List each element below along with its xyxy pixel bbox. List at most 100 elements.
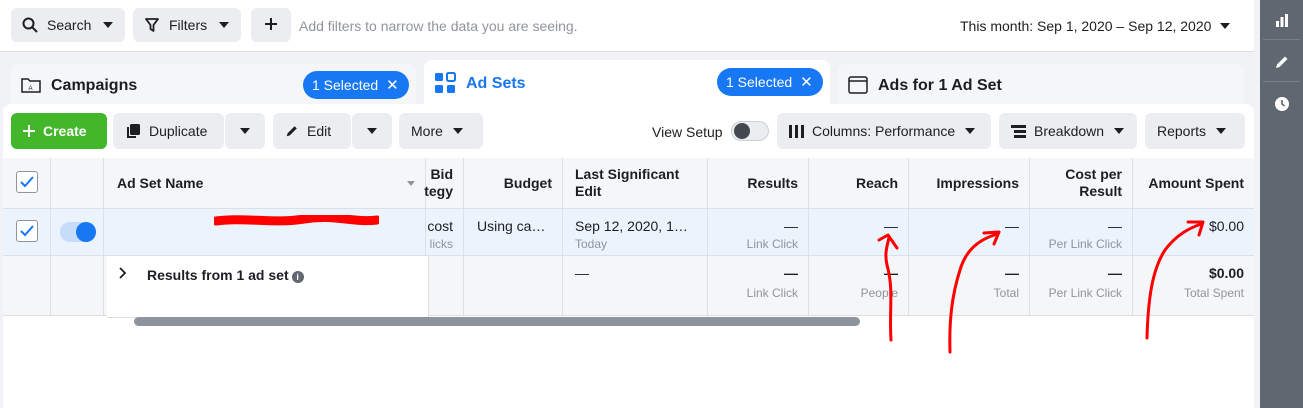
check-icon <box>20 225 34 237</box>
filters-button[interactable]: Filters <box>133 8 241 42</box>
table-row[interactable]: cost licks Using ca… Sep 12, 2020, 1… To… <box>3 208 1254 256</box>
last-edit-cell: Sep 12, 2020, 1… Today <box>563 209 708 255</box>
cell-sub-value: Per Link Click <box>1048 237 1122 251</box>
cell-sub-value: Link Click <box>746 286 798 300</box>
summary-empty-cell <box>464 256 563 315</box>
tab-ads[interactable]: Ads for 1 Ad Set <box>838 64 1244 108</box>
columns-label: Columns: Performance <box>812 123 956 139</box>
header-select-all <box>3 158 51 208</box>
header-budget[interactable]: Budget <box>464 158 563 208</box>
campaign-folder-icon: A <box>21 76 41 97</box>
chevron-down-icon <box>965 128 976 134</box>
cell-value: — <box>784 218 798 234</box>
chevron-right-icon[interactable] <box>119 266 127 282</box>
rail-divider <box>1263 39 1300 40</box>
toggle-knob <box>76 222 96 242</box>
results-summary-popover[interactable]: Results from 1 ad set i <box>107 256 429 318</box>
create-button[interactable]: Create <box>11 113 107 149</box>
chart-icon[interactable] <box>1267 5 1297 35</box>
ad-set-on-toggle[interactable] <box>60 222 96 242</box>
add-filter-button[interactable] <box>251 8 291 42</box>
header-label: Ad Set Name <box>117 175 204 191</box>
cell-value: — <box>884 218 898 234</box>
close-icon[interactable]: ✕ <box>386 76 399 94</box>
summary-empty-cell <box>51 256 104 315</box>
redaction-scribble <box>214 215 379 226</box>
cell-sub-value: People <box>860 286 898 300</box>
chevron-down-icon <box>240 128 250 134</box>
header-amount-spent[interactable]: Amount Spent <box>1133 158 1254 208</box>
date-range-picker[interactable]: This month: Sep 1, 2020 – Sep 12, 2020 <box>960 18 1211 34</box>
pencil-icon[interactable] <box>1267 47 1297 77</box>
reports-button[interactable]: Reports <box>1145 113 1245 149</box>
pencil-icon <box>285 124 299 138</box>
edit-button[interactable]: Edit <box>273 113 351 149</box>
search-icon <box>21 17 39 33</box>
ad-sets-panel: Create Duplicate Edit More View Setup Co… <box>3 104 1254 408</box>
chevron-down-icon <box>1216 128 1227 134</box>
more-button[interactable]: More <box>399 113 483 149</box>
cell-sub-value: Link Click <box>746 237 798 251</box>
header-results[interactable]: Results <box>708 158 809 208</box>
cost-per-result-cell: — Per Link Click <box>1030 209 1133 255</box>
summary-empty-cell <box>426 256 464 315</box>
cell-value: — <box>1005 265 1019 281</box>
header-label: Amount Spent <box>1148 175 1244 191</box>
filter-hint[interactable]: Add filters to narrow the data you are s… <box>299 18 578 34</box>
filters-label: Filters <box>169 17 208 33</box>
header-impressions[interactable]: Impressions <box>909 158 1030 208</box>
cell-sub-value: licks <box>429 237 453 251</box>
tab-campaigns[interactable]: A Campaigns 1 Selected ✕ <box>11 64 416 108</box>
info-icon[interactable]: i <box>291 271 304 283</box>
horizontal-scrollbar[interactable] <box>134 317 860 326</box>
chevron-down-icon[interactable] <box>1220 23 1230 29</box>
search-button[interactable]: Search <box>11 8 125 42</box>
view-setup-toggle[interactable] <box>731 121 769 141</box>
check-icon <box>20 176 34 188</box>
header-label: Bid <box>430 166 453 182</box>
select-all-checkbox[interactable] <box>16 171 38 193</box>
summary-impressions-cell: — Total <box>909 256 1030 315</box>
cell-value: — <box>884 265 898 281</box>
summary-reach-cell: — People <box>809 256 909 315</box>
rail-divider <box>1263 81 1300 82</box>
results-cell: — Link Click <box>708 209 809 255</box>
bid-strategy-cell: cost licks <box>426 209 464 255</box>
sort-icon[interactable] <box>407 180 415 186</box>
duplicate-button[interactable]: Duplicate <box>113 113 224 149</box>
amount-spent-cell: $0.00 <box>1133 209 1254 255</box>
reports-label: Reports <box>1157 123 1207 139</box>
header-reach[interactable]: Reach <box>809 158 909 208</box>
breakdown-button[interactable]: Breakdown <box>999 113 1137 149</box>
duplicate-dropdown[interactable] <box>225 113 265 149</box>
cell-value: cost <box>427 218 453 234</box>
row-checkbox[interactable] <box>16 220 38 242</box>
duplicate-label: Duplicate <box>149 123 208 139</box>
cell-value: — <box>1005 218 1019 234</box>
header-cost-per-result[interactable]: Cost per Result <box>1030 158 1133 208</box>
tab-ad-sets[interactable]: Ad Sets 1 Selected ✕ <box>424 60 830 108</box>
close-icon[interactable]: ✕ <box>800 73 813 91</box>
summary-empty-cell <box>3 256 51 315</box>
summary-amount-cell: $0.00 Total Spent <box>1133 256 1254 315</box>
cell-value: — <box>575 265 589 281</box>
cell-value: $0.00 <box>1208 218 1244 234</box>
header-toggle-col <box>51 158 104 208</box>
header-label: Last Significant <box>575 166 680 182</box>
header-ad-set-name[interactable]: Ad Set Name <box>104 158 426 208</box>
header-bid-strategy[interactable]: Bid tegy <box>424 158 464 208</box>
filter-bar: Search Filters Add filters to narrow the… <box>0 0 1254 52</box>
header-last-significant-edit[interactable]: Last Significant Edit <box>563 158 708 208</box>
chevron-down-icon <box>1114 128 1125 134</box>
breakdown-icon <box>1011 124 1026 138</box>
search-label: Search <box>47 17 92 33</box>
edit-dropdown[interactable] <box>352 113 392 149</box>
header-label: Edit <box>575 183 602 199</box>
columns-button[interactable]: Columns: Performance <box>777 113 991 149</box>
selected-badge[interactable]: 1 Selected ✕ <box>717 68 823 96</box>
selected-badge[interactable]: 1 Selected ✕ <box>303 71 409 99</box>
row-toggle-cell <box>51 209 104 255</box>
more-label: More <box>411 123 443 139</box>
clock-icon[interactable] <box>1267 89 1297 119</box>
ad-set-name-cell[interactable] <box>104 209 426 255</box>
